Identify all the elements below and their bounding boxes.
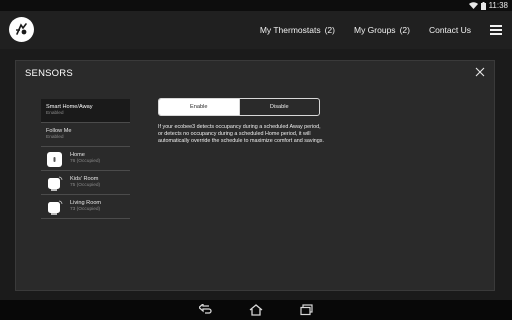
wifi-icon xyxy=(468,2,478,9)
logo-glyph xyxy=(16,23,27,35)
close-icon[interactable] xyxy=(475,67,485,77)
ecobee-logo-icon[interactable] xyxy=(9,17,34,42)
sensors-dialog: SENSORS Smart Home/Away Enabled Follow M… xyxy=(15,60,495,291)
room-sensor-icon xyxy=(48,200,63,215)
list-item-home[interactable]: Home 76 (Occupied) xyxy=(41,147,130,171)
item-name: Kids' Room xyxy=(70,176,99,182)
status-icons: 11:38 xyxy=(468,0,508,11)
room-sensor-icon xyxy=(48,176,63,191)
status-clock: 11:38 xyxy=(488,1,508,10)
status-bar: 11:38 xyxy=(0,0,512,11)
nav-label: My Groups xyxy=(353,25,396,35)
item-name: Smart Home/Away xyxy=(46,104,93,110)
nav-count: (2) xyxy=(324,25,335,35)
hamburger-menu-icon[interactable] xyxy=(490,25,502,35)
thermostat-icon xyxy=(47,152,62,167)
app-header: My Thermostats (2) My Groups (2) Contact U… xyxy=(0,11,512,49)
system-nav-bar xyxy=(0,300,512,320)
enable-disable-toggle: Enable Disable xyxy=(158,98,320,116)
item-name: Follow Me xyxy=(46,128,72,134)
item-status: Enabled xyxy=(46,135,64,140)
disable-button[interactable]: Disable xyxy=(238,99,320,115)
list-item-kids-room[interactable]: Kids' Room 75 (Occupied) xyxy=(41,171,130,195)
nav-label: My Thermostats xyxy=(259,25,321,35)
back-icon[interactable] xyxy=(199,304,213,316)
dialog-title: SENSORS xyxy=(25,68,73,79)
nav-my-groups[interactable]: My Groups (2) xyxy=(354,25,410,35)
nav-contact-us[interactable]: Contact Us xyxy=(429,25,471,35)
item-name: Home xyxy=(70,152,85,158)
sensor-list: Smart Home/Away Enabled Follow Me Enable… xyxy=(41,99,130,219)
list-item-follow-me[interactable]: Follow Me Enabled xyxy=(41,123,130,147)
nav-label: Contact Us xyxy=(428,25,471,35)
item-status: 76 (Occupied) xyxy=(70,159,101,164)
home-icon[interactable] xyxy=(249,304,263,316)
list-item-smart-home-away[interactable]: Smart Home/Away Enabled xyxy=(41,99,130,123)
nav-my-thermostats[interactable]: My Thermostats (2) xyxy=(260,25,335,35)
item-status: Enabled xyxy=(46,111,64,116)
feature-description: If your ecobee3 detects occupancy during… xyxy=(158,124,324,144)
enable-button[interactable]: Enable xyxy=(159,99,239,115)
recent-apps-icon[interactable] xyxy=(300,304,314,316)
header-nav: My Thermostats (2) My Groups (2) Contact U… xyxy=(260,11,512,49)
battery-icon xyxy=(480,1,486,10)
item-status: 73 (Occupied) xyxy=(70,207,101,212)
nav-count: (2) xyxy=(399,25,410,35)
item-status: 75 (Occupied) xyxy=(70,183,101,188)
item-name: Living Room xyxy=(70,200,102,206)
list-item-living-room[interactable]: Living Room 73 (Occupied) xyxy=(41,195,130,219)
